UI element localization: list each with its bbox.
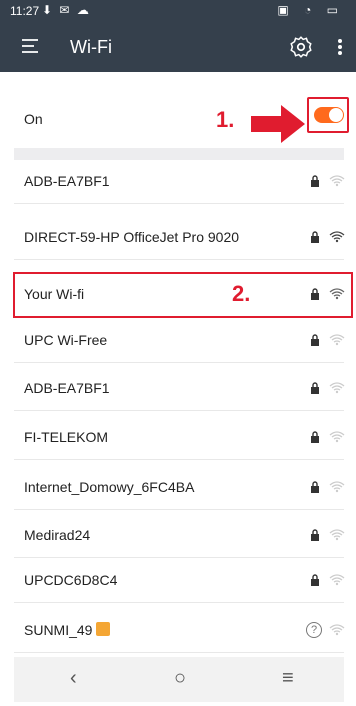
network-item[interactable]: UPC Wi-Free <box>14 319 345 363</box>
wifi-signal-icon <box>329 334 345 346</box>
lock-icon <box>311 529 319 541</box>
lock-icon <box>311 431 319 443</box>
wifi-toggle-switch[interactable] <box>314 107 344 123</box>
recent-apps-icon[interactable]: ≡ <box>282 667 294 690</box>
wifi-signal-icon <box>329 175 345 187</box>
status-right-icons: ▣ ◔ ▭ <box>277 3 344 17</box>
section-divider <box>14 148 344 160</box>
network-item[interactable]: UPCDC6D8C4 <box>14 559 345 603</box>
lock-icon <box>311 382 319 394</box>
back-icon[interactable]: ‹ <box>70 667 77 690</box>
lock-icon <box>311 231 319 243</box>
download-icon: ⬇ <box>42 3 55 17</box>
status-left-icons: ⬇ ✉ ☁ <box>42 3 91 17</box>
navigation-bar: ‹ ○ ≡ <box>14 657 344 702</box>
network-item[interactable]: ADB-EA7BF1 <box>14 160 345 204</box>
app-bar: Wi-Fi <box>0 22 356 72</box>
battery-icon: ▭ <box>326 3 344 17</box>
annotation-highlight-box <box>13 272 353 318</box>
cast-icon: ▣ <box>277 3 295 17</box>
network-item[interactable]: ADB-EA7BF1 <box>14 367 345 411</box>
network-name: FI-TELEKOM <box>24 429 109 445</box>
question-icon: ? <box>306 622 322 638</box>
wifi-signal-icon <box>329 382 345 394</box>
network-name: UPCDC6D8C4 <box>24 572 118 588</box>
lock-icon <box>311 175 319 187</box>
network-item[interactable]: Internet_Domowy_6FC4BA <box>14 466 345 510</box>
mail-icon: ✉ <box>59 3 72 17</box>
network-item[interactable]: SUNMI_49 ? <box>14 609 345 653</box>
network-name: Internet_Domowy_6FC4BA <box>24 479 195 495</box>
more-vert-icon[interactable] <box>334 34 346 60</box>
status-bar: 11:27 ⬇ ✉ ☁ ▣ ◔ ▭ <box>0 0 356 22</box>
menu-icon[interactable] <box>18 34 42 58</box>
wifi-signal-icon <box>329 574 345 586</box>
network-name: SUNMI_49 <box>24 622 93 638</box>
wifi-signal-icon <box>329 624 345 636</box>
network-name: ADB-EA7BF1 <box>24 173 110 189</box>
cloud-icon: ☁ <box>76 3 91 17</box>
wifi-signal-icon <box>329 481 345 493</box>
annotation-step-2: 2. <box>232 281 251 306</box>
wifi-toggle-row[interactable]: On 1. <box>14 92 349 144</box>
network-name: UPC Wi-Free <box>24 332 108 348</box>
wifi-signal-icon <box>329 231 345 243</box>
wifi-signal-icon <box>329 529 345 541</box>
toggle-knob <box>329 108 343 122</box>
network-name: Medirad24 <box>24 527 91 543</box>
network-name: DIRECT-59-HP OfficeJet Pro 9020 <box>24 229 240 245</box>
phone-screen: 11:27 ⬇ ✉ ☁ ▣ ◔ ▭ Wi-Fi On 1. ADB-EA7BF1… <box>0 0 356 706</box>
network-item[interactable]: FI-TELEKOM <box>14 416 345 460</box>
lock-icon <box>311 334 319 346</box>
lock-icon <box>311 574 319 586</box>
annotation-step-1: 1. <box>216 107 235 132</box>
wifi-icon: ◔ <box>304 3 318 17</box>
annotation-arrow-icon <box>251 105 305 143</box>
status-time: 11:27 <box>10 4 40 18</box>
network-item[interactable]: Medirad24 <box>14 514 345 558</box>
settings-gear-icon[interactable] <box>288 34 314 60</box>
network-item[interactable]: DIRECT-59-HP OfficeJet Pro 9020 <box>14 216 345 260</box>
wifi-signal-icon <box>329 431 345 443</box>
wifi-on-label: On <box>24 111 43 127</box>
home-icon[interactable]: ○ <box>174 667 186 690</box>
page-title: Wi-Fi <box>70 37 112 57</box>
network-name: ADB-EA7BF1 <box>24 380 110 396</box>
lock-icon <box>311 481 319 493</box>
shared-badge-icon <box>96 622 110 636</box>
